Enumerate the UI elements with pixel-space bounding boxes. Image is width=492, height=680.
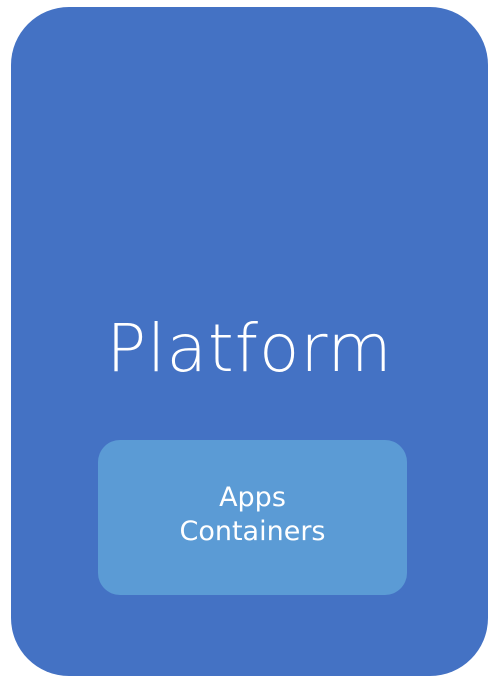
platform-box: Platform Apps Containers: [11, 7, 488, 676]
apps-containers-box: Apps Containers: [98, 440, 407, 595]
apps-label: Apps: [219, 481, 286, 513]
containers-label: Containers: [179, 515, 326, 547]
platform-label: Platform: [106, 310, 393, 387]
